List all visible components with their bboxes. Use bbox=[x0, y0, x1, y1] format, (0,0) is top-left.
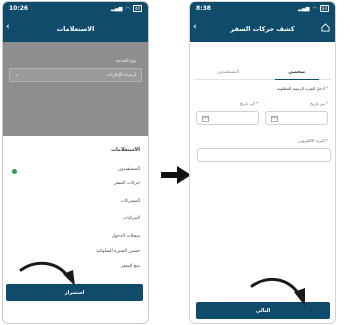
home-icon[interactable] bbox=[321, 23, 330, 32]
to-date-label: الى تاريخ * bbox=[240, 101, 258, 106]
required-star: * bbox=[137, 59, 140, 64]
battery-icon: 84 bbox=[319, 5, 329, 12]
email-field[interactable] bbox=[197, 148, 331, 162]
from-date-label: من تاريخ * bbox=[310, 101, 328, 106]
left-phone-screen: 10:26 ▂▄▆ ◠ 40 ‹ الاستعلامات نوع الخدمة … bbox=[2, 1, 149, 324]
required-star: * bbox=[256, 101, 258, 106]
battery-icon: 40 bbox=[132, 5, 142, 12]
sheet-option-vehicles[interactable]: المركبات bbox=[123, 216, 140, 221]
sheet-title: الاستعلامات bbox=[110, 147, 140, 153]
transition-arrow-icon bbox=[161, 166, 191, 184]
sheet-option-entry-records[interactable]: سجلات الدخول bbox=[112, 234, 140, 239]
tab-beneficiaries[interactable]: المستفيدون bbox=[194, 66, 263, 79]
email-label-text: البريد الالكتروني bbox=[297, 138, 325, 143]
status-time: 8:38 bbox=[196, 5, 211, 12]
from-date-field[interactable] bbox=[265, 111, 328, 125]
app-header: ‹ كشف حركات السفر bbox=[190, 15, 335, 42]
selected-radio-icon bbox=[12, 169, 17, 174]
right-phone-screen: 8:38 ▂▄▆ ◠ 84 ‹ كشف حركات السفر المستفيد… bbox=[189, 1, 336, 324]
chevron-down-icon: ⌄ bbox=[15, 72, 20, 78]
status-bar: 8:38 ▂▄▆ ◠ 84 bbox=[190, 2, 335, 15]
service-type-select[interactable]: ⌄ أرصدة الإجازات bbox=[9, 68, 142, 82]
page-title: كشف حركات السفر bbox=[230, 24, 295, 33]
email-label: البريد الالكتروني * bbox=[298, 138, 328, 143]
wifi-icon: ◠ bbox=[312, 5, 317, 12]
wifi-icon: ◠ bbox=[125, 5, 130, 12]
to-date-label-text: الى تاريخ bbox=[239, 101, 255, 106]
back-arrow-icon[interactable]: ‹ bbox=[6, 22, 10, 32]
sheet-option-beneficiaries[interactable]: المستفيدون bbox=[118, 167, 140, 172]
from-date-label-text: من تاريخ bbox=[310, 101, 325, 106]
required-star: * bbox=[326, 86, 328, 91]
continue-button[interactable]: استمرار bbox=[6, 284, 143, 301]
required-star: * bbox=[326, 138, 328, 143]
period-section-label: أدخل الفترة الزمنية المطلوبة * bbox=[277, 86, 328, 91]
background-form-overlay: نوع الخدمة * ⌄ أرصدة الإجازات bbox=[3, 42, 148, 136]
calendar-icon bbox=[271, 115, 278, 122]
service-type-value: أرصدة الإجازات bbox=[106, 72, 136, 78]
required-star: * bbox=[326, 101, 328, 106]
status-icons: ▂▄▆ ◠ 40 bbox=[111, 5, 142, 12]
tab-personal[interactable]: شخصي bbox=[263, 66, 332, 80]
service-type-label: نوع الخدمة * bbox=[116, 59, 140, 64]
calendar-icon bbox=[202, 115, 209, 122]
tab-bar: المستفيدون شخصي bbox=[194, 66, 331, 80]
sheet-option-travel-ban[interactable]: منع السفر bbox=[121, 264, 140, 269]
status-icons: ▂▄▆ ◠ 84 bbox=[298, 5, 329, 12]
back-arrow-icon[interactable]: ‹ bbox=[193, 22, 197, 32]
status-bar: 10:26 ▂▄▆ ◠ 40 bbox=[3, 2, 148, 15]
page-title: الاستعلامات bbox=[56, 24, 95, 33]
next-button[interactable]: التالي bbox=[196, 302, 330, 319]
service-type-label-text: نوع الخدمة bbox=[115, 59, 137, 64]
signal-icon: ▂▄▆ bbox=[297, 5, 310, 12]
signal-icon: ▂▄▆ bbox=[110, 5, 123, 12]
to-date-field[interactable] bbox=[196, 111, 259, 125]
sheet-option-conduct[interactable]: حسين السيرة السلوكية bbox=[96, 249, 140, 254]
sheet-option-companies[interactable]: المشركات bbox=[121, 199, 140, 204]
period-section-text: أدخل الفترة الزمنية المطلوبة bbox=[276, 86, 325, 91]
app-header: ‹ الاستعلامات bbox=[3, 15, 148, 42]
status-time: 10:26 bbox=[9, 5, 29, 12]
sheet-option-travel-movements[interactable]: حركات السفر bbox=[114, 181, 140, 186]
